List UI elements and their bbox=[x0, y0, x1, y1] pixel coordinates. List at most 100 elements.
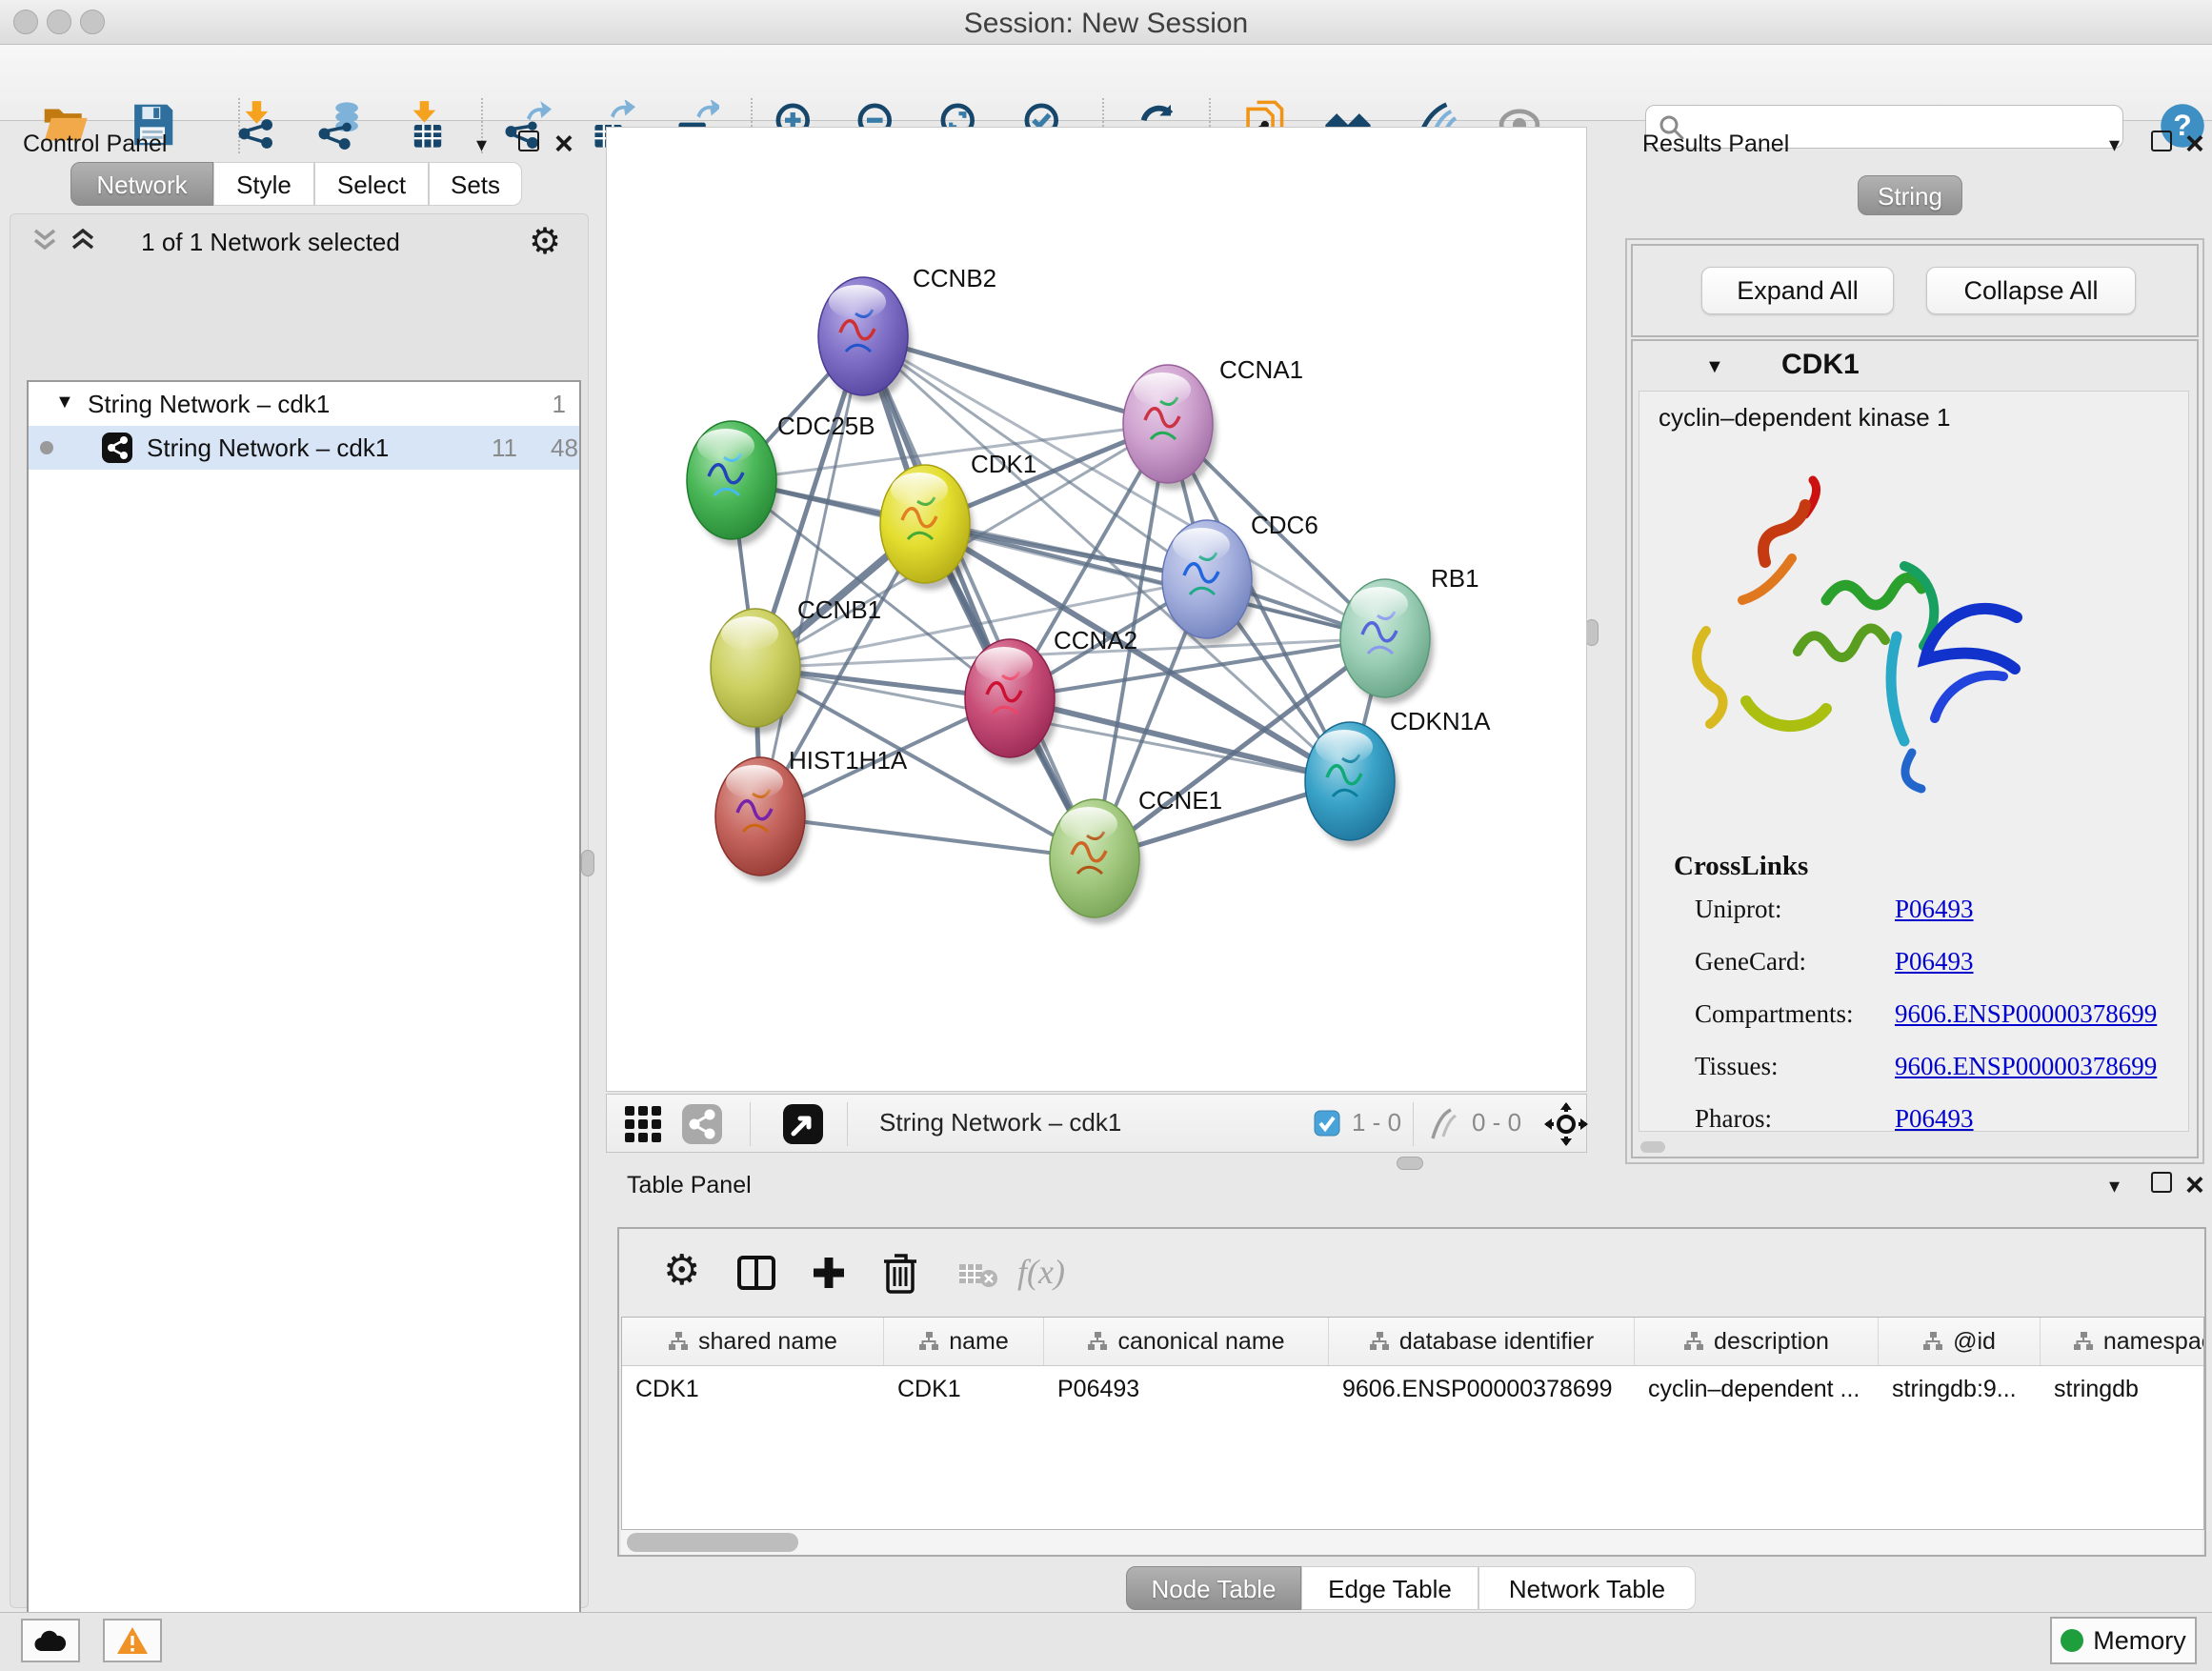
column-header-namespace[interactable]: namespace bbox=[2041, 1318, 2204, 1365]
selected-checkbox-icon[interactable] bbox=[1314, 1110, 1340, 1137]
node-label-CCNE1: CCNE1 bbox=[1138, 786, 1222, 815]
current-network-name: String Network – cdk1 bbox=[879, 1108, 1121, 1137]
expand-all-button[interactable]: Expand All bbox=[1701, 267, 1894, 314]
node-CCNA2[interactable]: CCNA2 bbox=[965, 626, 1137, 764]
float-panel-icon[interactable] bbox=[518, 131, 539, 151]
cell-database-identifier[interactable]: 9606.ENSP00000378699 bbox=[1329, 1366, 1635, 1412]
network-list-share-icon[interactable] bbox=[681, 1103, 723, 1145]
network-graph[interactable]: CCNB2CCNA1CDC25BCDK1CDC6RB1CCNB1CCNA2CDK… bbox=[607, 128, 1586, 1091]
cell-shared-name[interactable]: CDK1 bbox=[622, 1366, 884, 1412]
tab-style[interactable]: Style bbox=[213, 162, 314, 206]
network-share-icon bbox=[101, 432, 133, 464]
crosslink-value-link[interactable]: 9606.ENSP00000378699 bbox=[1895, 999, 2157, 1029]
section-title: CDK1 bbox=[1781, 349, 1860, 381]
table-panel: Table Panel ▾ × ⚙ f(x) shared namenameca… bbox=[593, 1164, 2212, 1612]
column-header-shared-name[interactable]: shared name bbox=[622, 1318, 884, 1365]
crosslink-label: GeneCard: bbox=[1695, 947, 1895, 976]
warning-status-button[interactable] bbox=[103, 1619, 162, 1662]
crosslink-row: Uniprot:P06493 bbox=[1695, 895, 2171, 924]
network-canvas[interactable]: CCNB2CCNA1CDC25BCDK1CDC6RB1CCNB1CCNA2CDK… bbox=[606, 127, 1587, 1092]
network-row-selected[interactable]: String Network – cdk1 11 48 bbox=[29, 426, 579, 470]
results-hscrollbar-thumb[interactable] bbox=[1640, 1141, 1665, 1153]
warning-icon bbox=[116, 1626, 149, 1655]
string-results-container: Expand All Collapse All ▼ CDK1 cyclin–de… bbox=[1625, 238, 2204, 1164]
collapse-panel-icon[interactable]: ▾ bbox=[2109, 1174, 2120, 1198]
toolbar-divider bbox=[1413, 1102, 1414, 1146]
crosslink-value-link[interactable]: P06493 bbox=[1895, 947, 1974, 976]
node-CDK1[interactable]: CDK1 bbox=[880, 450, 1036, 590]
window-title: Session: New Session bbox=[0, 8, 2212, 40]
float-panel-icon[interactable] bbox=[2151, 1172, 2172, 1193]
column-header-description[interactable]: description bbox=[1635, 1318, 1879, 1365]
add-column-icon[interactable] bbox=[810, 1254, 848, 1292]
node-HIST1H1A[interactable]: HIST1H1A bbox=[715, 746, 908, 882]
table-options-gear-icon[interactable]: ⚙ bbox=[663, 1250, 700, 1292]
tree-expander-icon[interactable]: ▼ bbox=[55, 392, 74, 413]
memory-label: Memory bbox=[2093, 1626, 2186, 1656]
main-toolbar: ? bbox=[0, 45, 2212, 121]
crosslinks-title: CrossLinks bbox=[1674, 851, 1808, 882]
close-panel-icon[interactable]: × bbox=[2185, 134, 2204, 153]
tab-node-table[interactable]: Node Table bbox=[1126, 1566, 1301, 1610]
tab-select[interactable]: Select bbox=[314, 162, 429, 206]
crosslink-label: Compartments: bbox=[1695, 999, 1895, 1029]
network-collection-row[interactable]: ▼ String Network – cdk1 1 bbox=[29, 382, 579, 426]
column-header-canonical-name[interactable]: canonical name bbox=[1044, 1318, 1329, 1365]
column-header-id[interactable]: @id bbox=[1879, 1318, 2041, 1365]
table-row[interactable]: CDK1CDK1P064939606.ENSP00000378699cyclin… bbox=[622, 1366, 2203, 1412]
table-hscrollbar-thumb[interactable] bbox=[627, 1533, 798, 1552]
section-expander-icon[interactable]: ▼ bbox=[1705, 356, 1724, 378]
fit-content-crosshair-icon[interactable] bbox=[1544, 1102, 1588, 1146]
collection-count: 1 bbox=[553, 390, 566, 419]
tab-edge-table[interactable]: Edge Table bbox=[1301, 1566, 1478, 1610]
birdseye-view-icon[interactable] bbox=[782, 1103, 824, 1145]
collapse-panel-icon[interactable]: ▾ bbox=[476, 132, 487, 157]
node-RB1[interactable]: RB1 bbox=[1340, 564, 1479, 704]
cell-description[interactable]: cyclin–dependent ... bbox=[1635, 1366, 1879, 1412]
left-splitter-handle[interactable] bbox=[581, 850, 594, 876]
crosslink-value-link[interactable]: P06493 bbox=[1895, 1104, 1974, 1132]
edge-CCNB2-CCNE1[interactable] bbox=[863, 336, 1095, 858]
close-panel-icon[interactable]: × bbox=[554, 134, 573, 153]
node-label-CCNA2: CCNA2 bbox=[1054, 626, 1137, 654]
crosslink-value-link[interactable]: P06493 bbox=[1895, 895, 1974, 924]
collapse-all-button[interactable]: Collapse All bbox=[1926, 267, 2136, 314]
column-header-name[interactable]: name bbox=[884, 1318, 1044, 1365]
node-label-CCNB1: CCNB1 bbox=[797, 595, 881, 624]
crosslink-value-link[interactable]: 9606.ENSP00000378699 bbox=[1895, 1052, 2157, 1081]
tab-string[interactable]: String bbox=[1858, 175, 1962, 215]
network-options-gear-icon[interactable]: ⚙ bbox=[529, 220, 561, 263]
node-CDKN1A[interactable]: CDKN1A bbox=[1305, 707, 1491, 847]
node-CDC6[interactable]: CDC6 bbox=[1162, 511, 1318, 645]
cell-namespace[interactable]: stringdb bbox=[2041, 1366, 2204, 1412]
show-columns-icon[interactable] bbox=[737, 1256, 775, 1290]
cell-canonical-name[interactable]: P06493 bbox=[1044, 1366, 1329, 1412]
edge-CCNE1-HIST1H1A[interactable] bbox=[760, 816, 1095, 858]
delete-column-icon[interactable] bbox=[882, 1252, 918, 1294]
hidden-eye-icon[interactable] bbox=[1426, 1108, 1462, 1140]
tab-network[interactable]: Network bbox=[70, 162, 213, 206]
collapse-panel-icon[interactable]: ▾ bbox=[2109, 132, 2120, 157]
control-panel-title: Control Panel bbox=[23, 131, 167, 158]
edge-CCNB2-HIST1H1A[interactable] bbox=[760, 336, 863, 816]
clear-table-icon bbox=[958, 1261, 998, 1290]
table-type-tabs: Node TableEdge TableNetwork Table bbox=[1126, 1566, 1696, 1610]
network-status-dot bbox=[40, 441, 53, 454]
tab-sets[interactable]: Sets bbox=[429, 162, 522, 206]
memory-button[interactable]: Memory bbox=[2050, 1617, 2197, 1664]
node-CCNE1[interactable]: CCNE1 bbox=[1050, 786, 1222, 924]
node-CDC25B[interactable]: CDC25B bbox=[687, 412, 875, 546]
float-panel-icon[interactable] bbox=[2151, 131, 2172, 151]
cell-id[interactable]: stringdb:9... bbox=[1879, 1366, 2041, 1412]
tab-network-table[interactable]: Network Table bbox=[1478, 1566, 1696, 1610]
cell-name[interactable]: CDK1 bbox=[884, 1366, 1044, 1412]
grid-view-icon[interactable] bbox=[624, 1105, 662, 1143]
right-splitter-handle[interactable] bbox=[1585, 619, 1599, 646]
node-CCNB2[interactable]: CCNB2 bbox=[818, 264, 996, 402]
network-view-toolbar: String Network – cdk1 1 - 0 0 - 0 bbox=[606, 1094, 1587, 1153]
close-panel-icon[interactable]: × bbox=[2185, 1176, 2204, 1195]
cloud-status-button[interactable] bbox=[21, 1619, 80, 1662]
status-bar: Memory bbox=[0, 1612, 2212, 1671]
column-header-database-identifier[interactable]: database identifier bbox=[1329, 1318, 1635, 1365]
table-hscrollbar[interactable] bbox=[621, 1530, 2202, 1555]
